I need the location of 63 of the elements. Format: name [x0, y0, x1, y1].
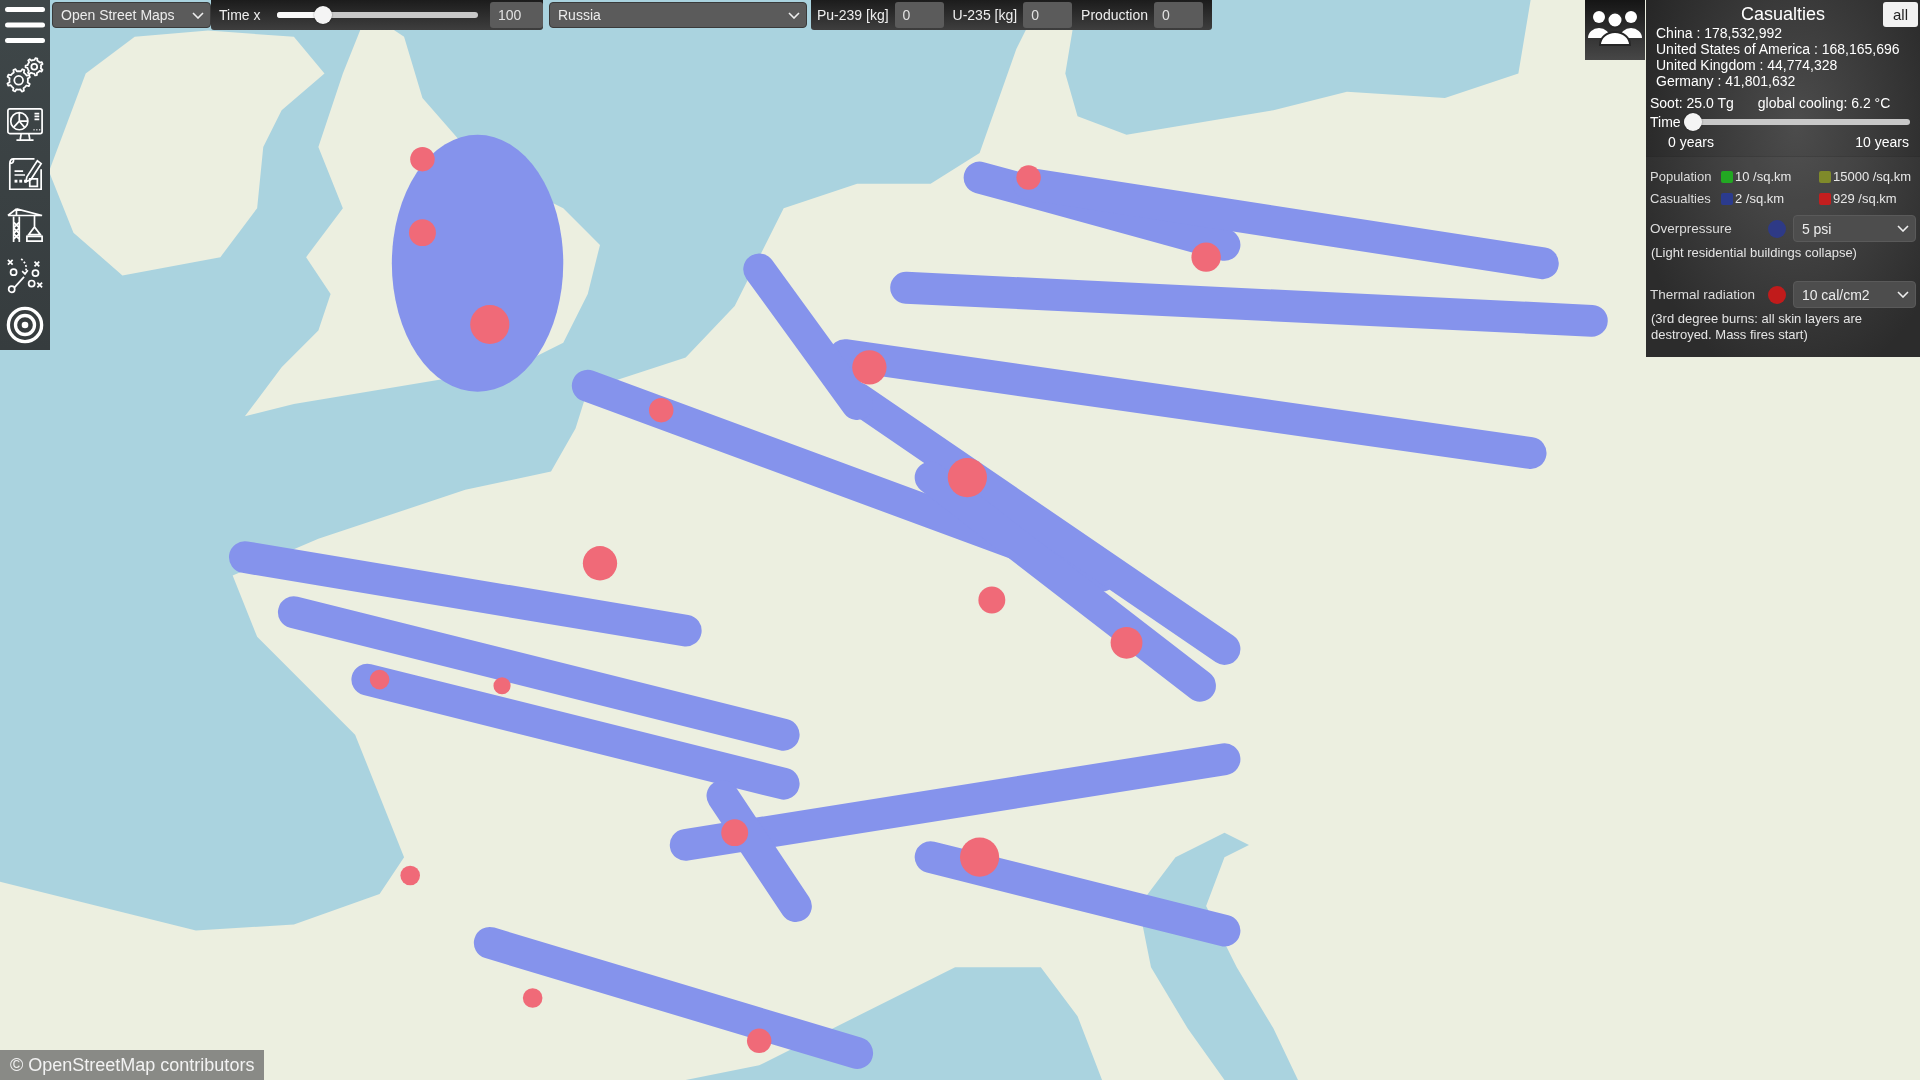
people-icon[interactable] — [1585, 0, 1645, 60]
material-label: U-235 [kg] — [952, 7, 1018, 23]
target-icon[interactable] — [6, 306, 44, 344]
caret-icon — [1897, 291, 1909, 298]
caret-icon — [192, 11, 204, 19]
slider-handle[interactable] — [313, 6, 332, 24]
casualty-hotspot — [746, 1028, 772, 1054]
legend-value: 15000 /sq.km — [1833, 169, 1912, 185]
crane-icon[interactable] — [6, 206, 44, 244]
casualty-hotspot — [470, 304, 510, 345]
threshold-dropdown[interactable]: 10 cal/cm2 — [1792, 281, 1916, 308]
menu-icon[interactable] — [5, 7, 45, 43]
legend-label: Casualties — [1650, 191, 1712, 207]
time-speed-slider[interactable] — [277, 6, 478, 24]
casualty-hotspot — [369, 669, 390, 690]
slider-handle[interactable] — [1684, 113, 1702, 131]
casualty-hotspot — [1191, 242, 1221, 272]
legend-value: 929 /sq.km — [1833, 191, 1897, 207]
casualty-hotspot — [400, 865, 420, 886]
casualty-hotspot — [493, 677, 511, 695]
slider-max-label: 10 years — [1855, 134, 1909, 150]
legend-value: 10 /sq.km — [1735, 169, 1792, 185]
casualty-hotspot — [960, 837, 1000, 877]
play-diagram-icon[interactable] — [6, 256, 44, 294]
casualty-hotspot — [522, 988, 543, 1008]
gears-icon[interactable] — [6, 56, 44, 94]
country-dropdown[interactable]: Russia — [549, 2, 807, 28]
casualty-hotspot — [409, 219, 436, 247]
casualty-hotspot — [649, 397, 674, 423]
speed-input-field[interactable]: 100 — [490, 2, 543, 28]
effect-description: (Light residential buildings collapse) — [1650, 245, 1858, 261]
casualty-hotspot — [582, 546, 618, 581]
country-casualties-text: Germany : 41,801,632 — [1655, 73, 1797, 89]
effect-label: Thermal radiation — [1650, 287, 1757, 302]
material-input-field[interactable]: 0 — [894, 2, 944, 28]
base-map-dropdown[interactable]: Open Street Maps — [52, 2, 211, 28]
threshold-dropdown[interactable]: 5 psi — [1792, 215, 1916, 242]
effect-description: (3rd degree burns: all skin layers are destroyed. Mass fires start) — [1650, 311, 1863, 343]
casualty-hotspot — [1016, 165, 1041, 190]
map-attribution: © OpenStreetMap contributors — [0, 1050, 265, 1080]
monitor-chart-icon[interactable] — [6, 106, 44, 144]
all-button[interactable]: all — [1883, 2, 1918, 27]
time-label: Time x — [219, 7, 262, 23]
soot-text: Soot: 25.0 Tg — [1650, 95, 1734, 111]
material-input-field[interactable]: 0 — [1154, 2, 1203, 28]
legend-value: 2 /sq.km — [1735, 191, 1785, 207]
material-label: Pu-239 [kg] — [817, 7, 889, 23]
slider-min-label: 0 years — [1668, 134, 1714, 150]
country-casualties-text: United States of America : 168,165,696 — [1655, 41, 1901, 57]
effect-label: Overpressure — [1650, 221, 1733, 236]
legend-label: Population — [1650, 169, 1713, 185]
country-casualties-text: United Kingdom : 44,774,328 — [1655, 57, 1839, 73]
country-casualties-text: China : 178,532,992 — [1655, 25, 1784, 41]
panel-title: Casualties — [1740, 3, 1825, 25]
cooling-text: global cooling: 6.2 °C — [1757, 95, 1891, 111]
caret-icon — [1897, 225, 1909, 232]
time-label: Time — [1650, 114, 1682, 130]
casualty-hotspot — [721, 819, 749, 847]
caret-icon — [788, 11, 800, 19]
casualty-hotspot — [410, 146, 435, 172]
years-slider[interactable] — [1684, 113, 1910, 131]
material-input-field[interactable]: 0 — [1023, 2, 1073, 28]
material-label: Production — [1081, 7, 1149, 23]
